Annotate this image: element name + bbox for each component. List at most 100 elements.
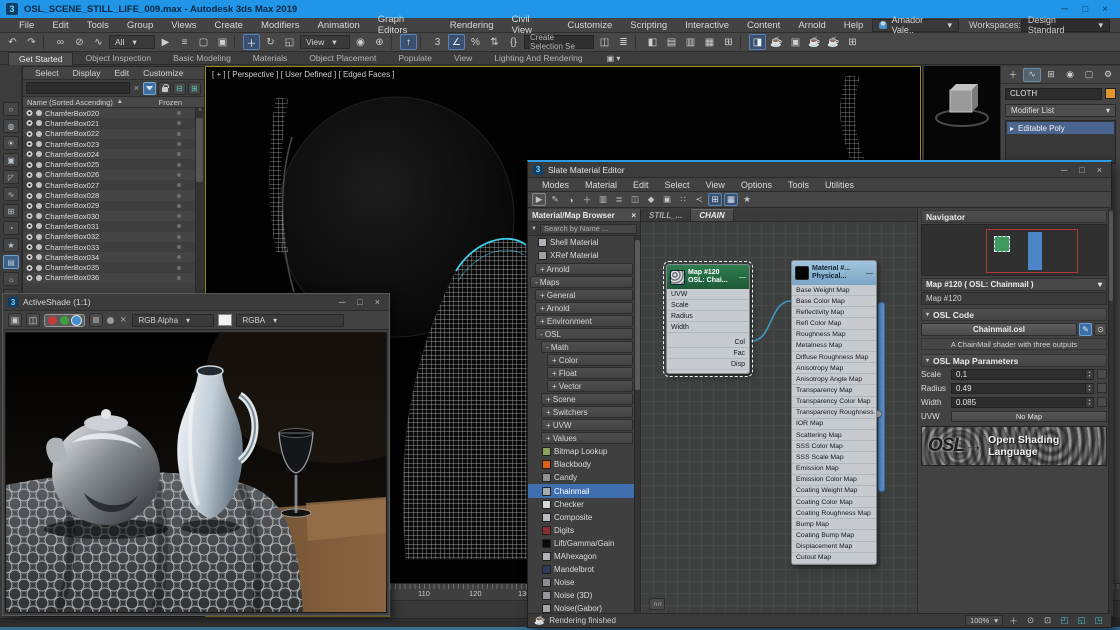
menu-item[interactable]: Content — [738, 20, 789, 31]
snaps-toggle-icon[interactable]: 3 — [429, 34, 446, 50]
mirror-icon[interactable]: ◫ — [596, 34, 613, 50]
osl-code-rollout[interactable]: ▾ OSL Code — [921, 308, 1107, 321]
slate-menu-item[interactable]: View — [698, 180, 733, 190]
map-output-slot[interactable]: Disp — [667, 359, 749, 370]
scroll-up-icon[interactable]: ˄ — [198, 108, 202, 114]
browser-list-item[interactable]: Noise — [528, 576, 634, 589]
render-production-icon[interactable]: ☕ — [806, 34, 823, 50]
object-list-row[interactable]: ChamferBox029 — [23, 201, 204, 211]
frozen-toggle-icon[interactable] — [177, 163, 181, 167]
pick-parent-button[interactable]: ⊟ — [173, 82, 186, 95]
visibility-eye-icon[interactable] — [26, 234, 33, 240]
stack-item-editable-poly[interactable]: ▸ Editable Poly — [1007, 122, 1114, 134]
display-groups-icon[interactable]: ⊞ — [3, 204, 19, 218]
frozen-toggle-icon[interactable] — [177, 194, 181, 198]
explorer-menu-item[interactable]: Edit — [109, 68, 136, 78]
browser-list-item[interactable]: + Scene — [541, 393, 633, 405]
save-image-icon[interactable]: ▣ — [8, 313, 22, 327]
spinner-snap-toggle-icon[interactable]: ⇅ — [486, 34, 503, 50]
scrollbar-thumb[interactable] — [196, 118, 203, 182]
clone-window-icon[interactable]: ◫ — [26, 313, 40, 327]
browser-search-input[interactable]: Search by Name ... — [540, 224, 637, 234]
select-and-scale-icon[interactable]: ◱ — [281, 34, 298, 50]
menu-item[interactable]: Group — [118, 20, 162, 31]
browser-list-item[interactable]: + Environment — [535, 315, 633, 327]
browser-list-item[interactable]: + Color — [547, 354, 633, 366]
navigator-canvas[interactable] — [921, 224, 1107, 276]
object-list-row[interactable]: ChamferBox028 — [23, 190, 204, 200]
expand-arrow-icon[interactable]: ▸ — [1010, 124, 1014, 133]
delete-selected-icon[interactable]: ▥ — [596, 193, 610, 206]
pick-child-button[interactable]: ⊞ — [188, 82, 201, 95]
explorer-menu-item[interactable]: Display — [67, 68, 107, 78]
browser-list-item[interactable]: - OSL — [535, 328, 633, 340]
separator[interactable] — [391, 35, 397, 49]
frozen-toggle-icon[interactable] — [177, 183, 181, 187]
slate-title-bar[interactable]: 3 Slate Material Editor ─ □ × — [528, 162, 1111, 178]
object-list-row[interactable]: ChamferBox033 — [23, 242, 204, 252]
object-list-row[interactable]: ChamferBox021 — [23, 118, 204, 128]
menu-item[interactable]: Modifiers — [252, 20, 309, 31]
frozen-column-header[interactable]: Frozen — [159, 98, 182, 107]
select-and-move-icon[interactable]: ＋ — [243, 34, 260, 50]
parameter-scrollbar[interactable] — [1108, 209, 1113, 616]
material-input-slot[interactable]: Coating Color Map — [792, 497, 876, 508]
visibility-eye-icon[interactable] — [26, 203, 33, 209]
map-output-slot[interactable]: Fac — [667, 348, 749, 359]
menu-item[interactable]: Customize — [558, 20, 621, 31]
use-pivot-point-center-icon[interactable]: ◉ — [352, 34, 369, 50]
separator[interactable] — [635, 35, 641, 49]
material-input-slot[interactable]: Metalness Map — [792, 341, 876, 352]
hierarchy-tab-icon[interactable]: ⊞ — [1042, 68, 1060, 82]
zoom-extents-icon[interactable]: ◰ — [1058, 615, 1071, 627]
object-list-row[interactable]: ChamferBox024 — [23, 149, 204, 159]
map-node[interactable]: Map #120 OSL: Chai... — UVWScaleRadiusWi… — [666, 264, 750, 374]
reference-coordinate-dropdown[interactable]: View ▾ — [300, 35, 350, 49]
clear-icon[interactable]: × — [118, 314, 128, 326]
named-selection-set-field[interactable]: Create Selection Se — [524, 35, 594, 49]
menu-item[interactable]: Arnold — [789, 20, 834, 31]
browser-list-item[interactable]: Candy — [528, 471, 634, 484]
activeshade-render-icon[interactable]: ☕ — [825, 34, 842, 50]
slate-menu-item[interactable]: Options — [733, 180, 780, 190]
visibility-eye-icon[interactable] — [26, 141, 33, 147]
filter-button[interactable] — [143, 82, 156, 95]
channel-display-dropdown[interactable]: RGB Alpha ▾ — [132, 314, 214, 327]
visibility-eye-icon[interactable] — [26, 151, 33, 157]
browser-header[interactable]: Material/Map Browser × — [528, 209, 640, 222]
object-name-field[interactable]: CLOTH — [1005, 88, 1102, 100]
browser-list-item[interactable]: + Arnold — [535, 302, 633, 314]
frozen-toggle-icon[interactable] — [177, 152, 181, 156]
ribbon-tab[interactable]: Get Started — [8, 52, 73, 65]
object-list-row[interactable]: ChamferBox026 — [23, 170, 204, 180]
toggle-layer-explorer-icon[interactable]: ▥ — [682, 34, 699, 50]
collapse-icon[interactable]: — — [866, 270, 873, 277]
object-list-row[interactable]: ChamferBox034 — [23, 252, 204, 262]
zoom-level-dropdown[interactable]: 100% ▾ — [965, 615, 1003, 626]
node-view[interactable]: Map #120 OSL: Chai... — UVWScaleRadiusWi… — [641, 209, 917, 616]
browser-list-item[interactable]: Shell Material — [528, 236, 634, 249]
select-and-link-icon[interactable]: ∞ — [52, 34, 69, 50]
pick-material-from-object-icon[interactable]: ✎ — [548, 193, 562, 206]
tab-chain-material[interactable]: CHAIN — [691, 209, 733, 221]
material-input-slot[interactable]: Emission Color Map — [792, 475, 876, 486]
ribbon-tab[interactable]: Lighting And Rendering — [484, 52, 592, 65]
frozen-toggle-icon[interactable] — [177, 276, 181, 280]
collapsed-node-bar[interactable] — [878, 302, 885, 492]
ribbon-tab[interactable]: Object Placement — [299, 52, 386, 65]
object-list-row[interactable]: ChamferBox030 — [23, 211, 204, 221]
collapse-icon[interactable]: — — [739, 274, 746, 281]
browser-list-item[interactable]: Lift/Gamma/Gain — [528, 537, 634, 550]
material-input-slot[interactable]: Emission Map — [792, 464, 876, 475]
material-editor-icon[interactable]: ▣ — [787, 34, 804, 50]
object-list-row[interactable]: ChamferBox020 — [23, 108, 204, 118]
edit-osl-button[interactable]: ✎ — [1079, 323, 1092, 336]
frozen-toggle-icon[interactable] — [177, 266, 181, 270]
find-node-button[interactable]: ∩∩ — [649, 598, 665, 610]
clear-search-icon[interactable]: × — [132, 83, 141, 93]
map-input-slot[interactable]: Radius — [667, 311, 749, 322]
map-input-slot[interactable]: UVW — [667, 289, 749, 300]
frozen-toggle-icon[interactable] — [177, 255, 181, 259]
name-column-header[interactable]: Name (Sorted Ascending) — [27, 98, 113, 107]
separator[interactable] — [43, 35, 49, 49]
